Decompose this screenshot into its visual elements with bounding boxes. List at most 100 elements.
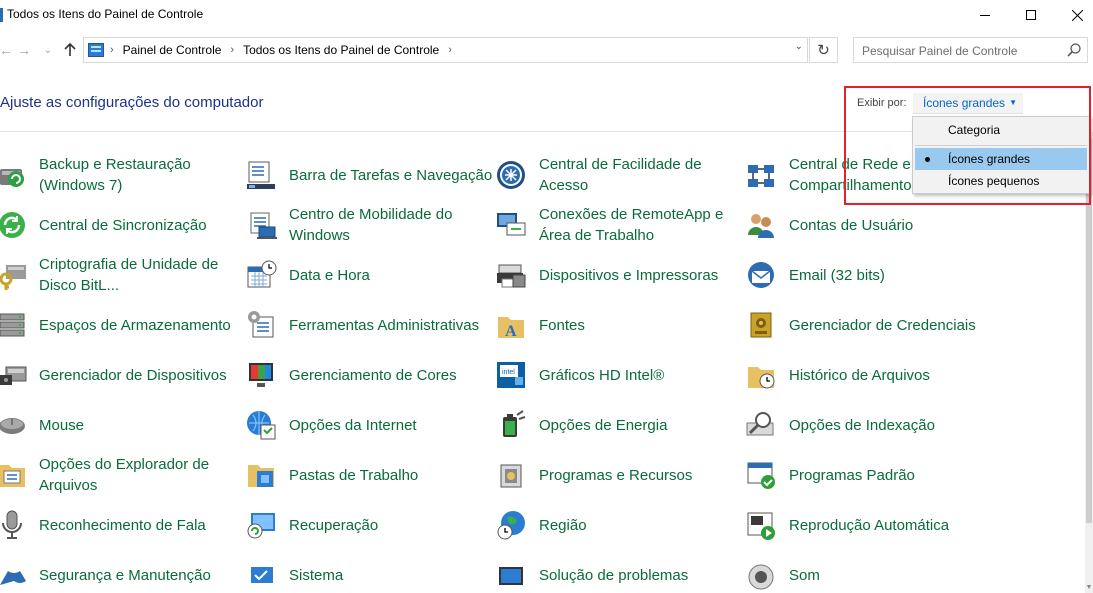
troubleshooting-icon — [495, 559, 527, 591]
minimize-button[interactable] — [962, 0, 1008, 30]
item-file-history[interactable]: Histórico de Arquivos — [744, 350, 994, 400]
view-by-dropdown[interactable]: Ícones grandes ▼ — [913, 93, 1023, 114]
item-bitlocker[interactable]: Criptografia de Unidade de Disco BitL... — [0, 250, 250, 300]
close-button[interactable] — [1054, 0, 1093, 30]
item-mouse[interactable]: Mouse — [0, 400, 250, 450]
svg-text:intel: intel — [502, 369, 515, 376]
item-backup-restore[interactable]: Backup e Restauração (Windows 7) — [0, 150, 250, 200]
item-troubleshooting[interactable]: Solução de problemas — [494, 550, 744, 593]
item-credential-manager[interactable]: Gerenciador de Credenciais — [744, 300, 994, 350]
printer-icon — [495, 259, 527, 291]
system-icon — [245, 559, 277, 591]
globe-clock-icon — [495, 509, 527, 541]
item-indexing-options[interactable]: Opções de Indexação — [744, 400, 994, 450]
item-date-time[interactable]: Data e Hora — [244, 250, 494, 300]
item-system[interactable]: Sistema — [244, 550, 494, 593]
address-history-dropdown[interactable]: ⌄ — [795, 41, 803, 52]
email-icon — [745, 259, 777, 291]
item-label: Central de Facilidade de Acesso — [539, 156, 702, 194]
scroll-down-icon[interactable]: ▼ — [1085, 584, 1093, 591]
menu-item-large-icons[interactable]: Ícones grandes — [915, 148, 1087, 170]
item-sound[interactable]: Som — [744, 550, 994, 593]
search-input[interactable]: Pesquisar Painel de Controle — [862, 44, 1017, 58]
address-bar[interactable]: › Painel de Controle › Todos os Itens do… — [83, 37, 808, 63]
item-label: Centro de Mobilidade do Windows — [289, 206, 453, 244]
item-mobility-center[interactable]: Centro de Mobilidade do Windows — [244, 200, 494, 250]
menu-item-category[interactable]: Categoria — [915, 119, 1087, 141]
item-label: Criptografia de Unidade de Disco BitL... — [39, 256, 219, 294]
minimize-icon — [980, 14, 990, 16]
item-user-accounts[interactable]: Contas de Usuário — [744, 200, 994, 250]
item-device-manager[interactable]: Gerenciador de Dispositivos — [0, 350, 250, 400]
breadcrumb-item-control-panel[interactable]: Painel de Controle — [123, 43, 222, 57]
breadcrumb-separator-icon[interactable]: › — [448, 44, 452, 56]
item-label: Mouse — [39, 416, 85, 434]
vertical-scrollbar[interactable]: ▼ — [1085, 132, 1093, 593]
item-sync-center[interactable]: Central de Sincronização — [0, 200, 250, 250]
item-default-programs[interactable]: Programas Padrão — [744, 450, 994, 500]
item-storage-spaces[interactable]: Espaços de Armazenamento — [0, 300, 250, 350]
item-programs-features[interactable]: Programas e Recursos — [494, 450, 744, 500]
item-admin-tools[interactable]: Ferramentas Administrativas — [244, 300, 494, 350]
item-work-folders[interactable]: Pastas de Trabalho — [244, 450, 494, 500]
taskbar-icon — [245, 159, 277, 191]
menu-separator — [915, 145, 1087, 146]
item-label: Solução de problemas — [539, 566, 689, 584]
recent-locations-button[interactable]: ⌄ — [38, 33, 58, 67]
item-devices-printers[interactable]: Dispositivos e Impressoras — [494, 250, 744, 300]
item-label: Gerenciador de Credenciais — [789, 316, 976, 334]
item-security-maintenance[interactable]: Segurança e Manutenção — [0, 550, 250, 593]
item-intel-hd-graphics[interactable]: intel Gráficos HD Intel® — [494, 350, 744, 400]
item-internet-options[interactable]: Opções da Internet — [244, 400, 494, 450]
menu-item-small-icons[interactable]: Ícones pequenos — [915, 170, 1087, 192]
item-label: Data e Hora — [289, 266, 370, 284]
item-file-explorer-options[interactable]: Opções do Explorador de Arquivos — [0, 450, 250, 500]
scrollbar-thumb[interactable] — [1086, 138, 1092, 523]
item-label: Opções do Explorador de Arquivos — [39, 456, 210, 494]
item-recovery[interactable]: Recuperação — [244, 500, 494, 550]
item-label: Pastas de Trabalho — [289, 466, 419, 484]
item-label: Reprodução Automática — [789, 516, 950, 534]
back-button[interactable]: ← — [0, 33, 13, 67]
view-by-label: Exibir por: — [857, 97, 907, 109]
recovery-icon — [245, 509, 277, 541]
item-label: Som — [789, 566, 820, 584]
forward-arrow-icon: → — [17, 42, 31, 58]
item-label: Backup e Restauração (Windows 7) — [39, 156, 191, 194]
fonts-icon: A — [495, 309, 527, 341]
up-button[interactable] — [60, 33, 80, 67]
item-fonts[interactable]: A Fontes — [494, 300, 744, 350]
item-label: Dispositivos e Impressoras — [539, 266, 719, 284]
navigation-bar: ← → ⌄ › Painel de Controle › Todos os It… — [0, 33, 1093, 67]
item-label: Reconhecimento de Fala — [39, 516, 206, 534]
item-speech-recognition[interactable]: Reconhecimento de Fala — [0, 500, 250, 550]
intel-graphics-icon: intel — [495, 359, 527, 391]
item-color-management[interactable]: Gerenciamento de Cores — [244, 350, 494, 400]
item-taskbar-navigation[interactable]: Barra de Tarefas e Navegação — [244, 150, 494, 200]
indexing-options-icon — [745, 409, 777, 441]
search-box[interactable]: Pesquisar Painel de Controle — [853, 37, 1088, 63]
view-by-menu: Categoria Ícones grandes Ícones pequenos — [912, 116, 1090, 194]
breadcrumb-item-all-items[interactable]: Todos os Itens do Painel de Controle — [243, 43, 439, 57]
menu-item-label: Ícones grandes — [948, 152, 1031, 166]
item-power-options[interactable]: Opções de Energia — [494, 400, 744, 450]
item-label: Opções de Indexação — [789, 416, 935, 434]
breadcrumb-separator-icon[interactable]: › — [230, 44, 234, 56]
maximize-button[interactable] — [1008, 0, 1054, 30]
network-icon — [745, 159, 777, 191]
selected-bullet-icon — [925, 157, 930, 162]
ease-of-access-icon — [495, 159, 527, 191]
device-manager-icon — [0, 359, 28, 391]
refresh-button[interactable]: ↻ — [809, 37, 838, 63]
programs-features-icon — [495, 459, 527, 491]
menu-item-label: Ícones pequenos — [948, 174, 1040, 188]
item-remoteapp-connections[interactable]: Conexões de RemoteApp e Área de Trabalho — [494, 200, 744, 250]
forward-button[interactable]: → — [14, 33, 34, 67]
item-region[interactable]: Região — [494, 500, 744, 550]
item-label: Histórico de Arquivos — [789, 366, 930, 384]
internet-options-icon — [245, 409, 277, 441]
item-ease-of-access[interactable]: Central de Facilidade de Acesso — [494, 150, 744, 200]
item-email[interactable]: Email (32 bits) — [744, 250, 994, 300]
maximize-icon — [1026, 10, 1036, 20]
item-autoplay[interactable]: Reprodução Automática — [744, 500, 994, 550]
